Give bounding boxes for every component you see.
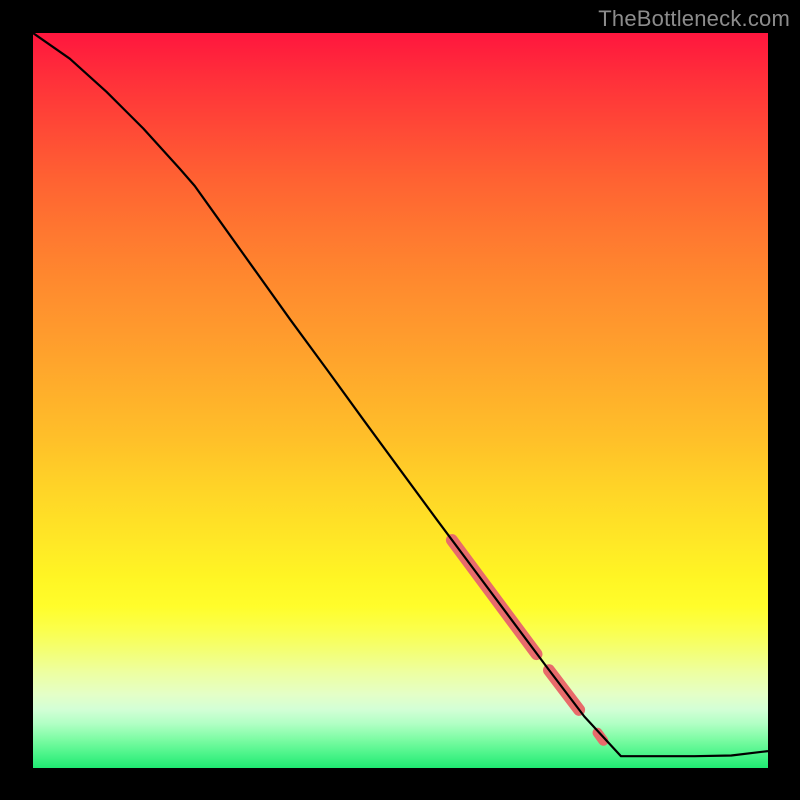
chart-container: TheBottleneck.com bbox=[0, 0, 800, 800]
chart-line bbox=[33, 33, 768, 756]
watermark-label: TheBottleneck.com bbox=[598, 6, 790, 32]
chart-overlay bbox=[33, 33, 768, 768]
